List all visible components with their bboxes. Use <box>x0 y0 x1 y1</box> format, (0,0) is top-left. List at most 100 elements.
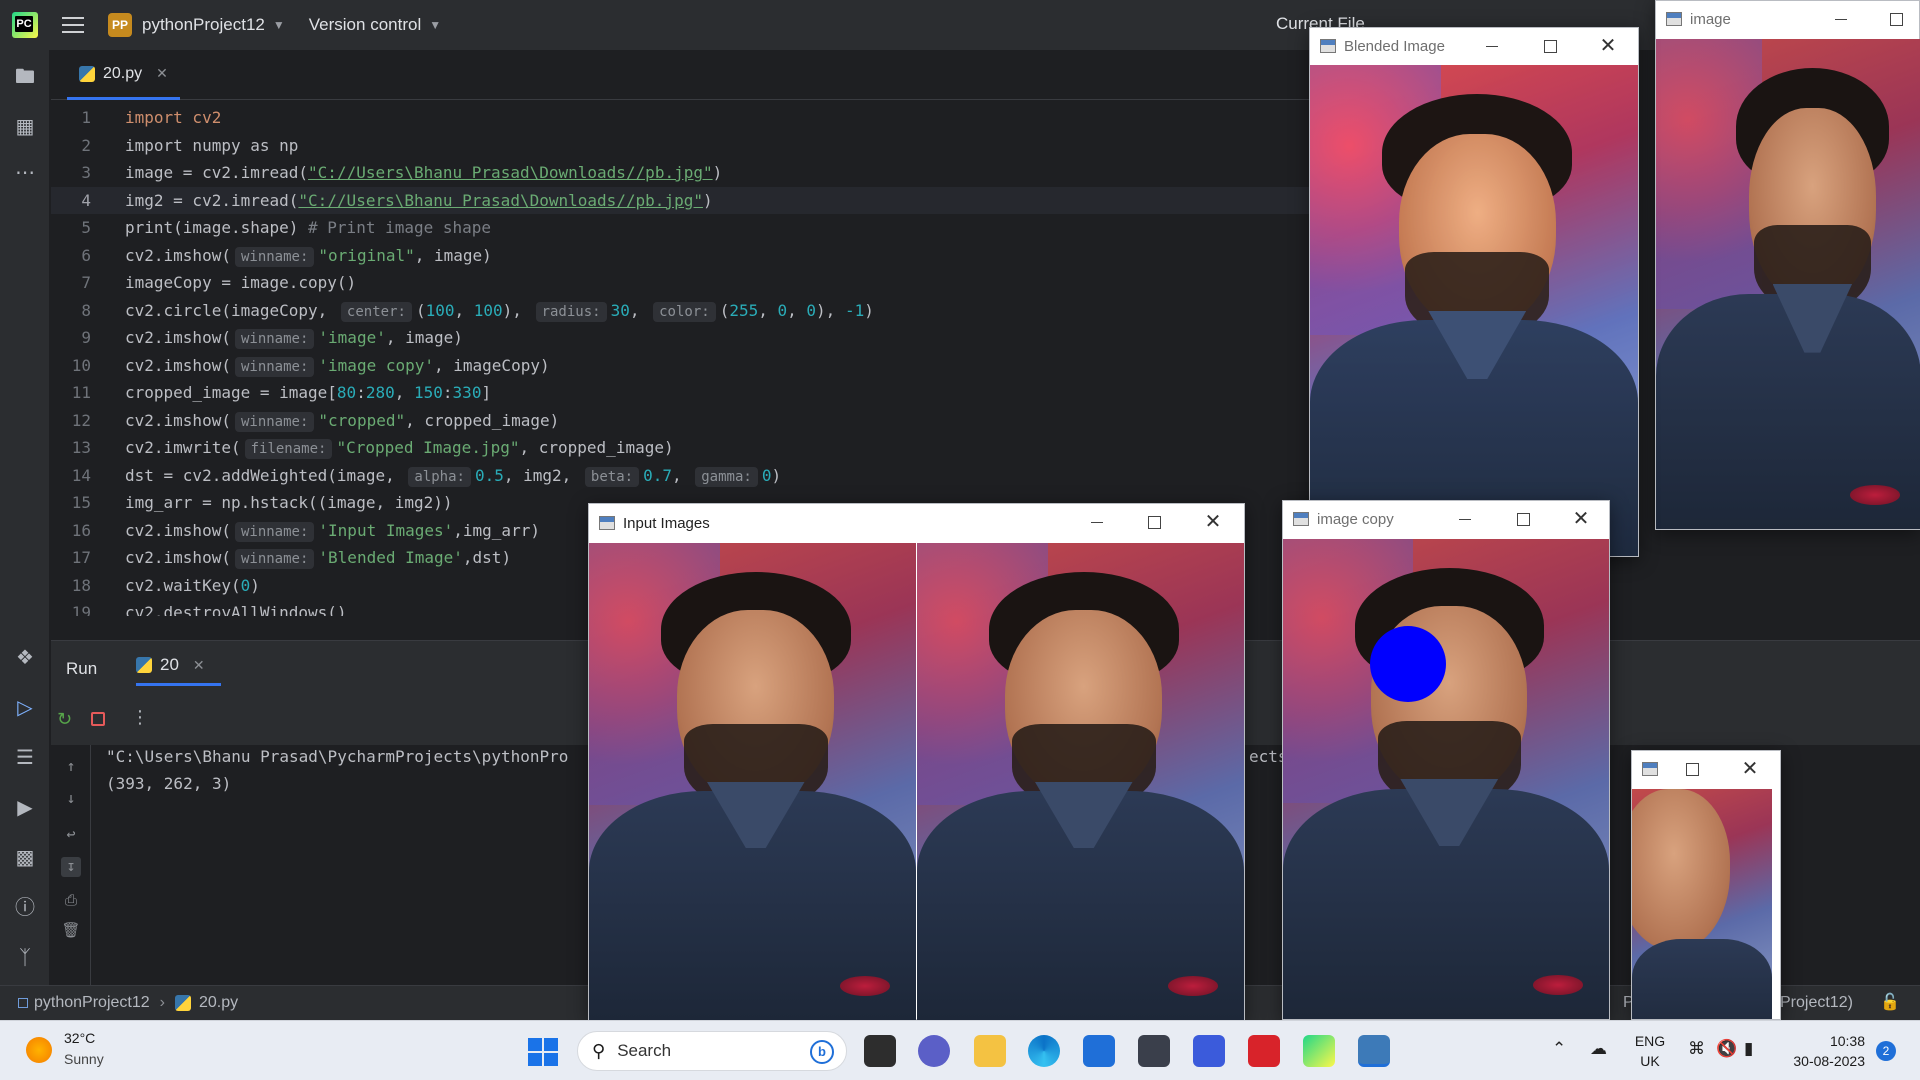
maximize-button[interactable] <box>1540 36 1560 56</box>
version-control-menu[interactable]: Version control <box>309 15 421 35</box>
tab-20-py[interactable]: 20.py ✕ <box>67 50 180 100</box>
clock[interactable]: 10:38 30-08-2023 <box>1785 1031 1865 1071</box>
main-menu-icon[interactable] <box>62 17 84 33</box>
store-icon[interactable] <box>1083 1035 1115 1067</box>
maximize-button[interactable] <box>1144 512 1164 532</box>
more-icon[interactable]: ⋯ <box>12 160 38 186</box>
weather-condition[interactable]: Sunny <box>64 1051 104 1067</box>
minimize-button[interactable] <box>1831 9 1851 29</box>
line-number: 1 <box>81 108 91 127</box>
python-app-icon[interactable] <box>1358 1035 1390 1067</box>
app-icon[interactable] <box>1138 1035 1170 1067</box>
close-button[interactable]: ✕ <box>1598 36 1618 56</box>
breadcrumb-file[interactable]: 20.py <box>199 994 238 1012</box>
chevron-down-icon[interactable]: ▼ <box>429 18 441 32</box>
minimize-button[interactable] <box>1482 36 1502 56</box>
notification-badge[interactable]: 2 <box>1876 1041 1896 1061</box>
window-title-bar[interactable]: Input Images ✕ <box>589 504 1244 542</box>
chat-icon[interactable] <box>918 1035 950 1067</box>
code-line: 8 cv2.circle(imageCopy, center: (100, 100)… <box>51 297 1331 325</box>
maximize-button[interactable] <box>1513 509 1533 529</box>
window-title-bar[interactable]: Blended Image ✕ <box>1310 28 1638 64</box>
language-indicator[interactable]: ENG UK <box>1630 1031 1670 1071</box>
stop-icon[interactable] <box>91 712 105 726</box>
problems-icon[interactable]: ⓘ <box>12 895 38 921</box>
layers-icon[interactable]: ☰ <box>12 745 38 771</box>
close-icon[interactable]: ✕ <box>193 657 205 674</box>
start-button[interactable] <box>528 1038 558 1066</box>
services-icon[interactable]: ▶ <box>12 795 38 821</box>
folder-icon[interactable]: 🖿 <box>12 64 38 90</box>
edge-icon[interactable] <box>1028 1035 1060 1067</box>
python-console-icon[interactable]: ❖ <box>12 645 38 671</box>
close-button[interactable]: ✕ <box>1571 509 1591 529</box>
opencv-window-blended[interactable]: Blended Image ✕ <box>1309 27 1639 557</box>
search-placeholder: Search <box>617 1041 672 1060</box>
close-button[interactable]: ✕ <box>1740 759 1760 779</box>
code-text: img_arr = np.hstack((image, img2)) <box>125 493 453 512</box>
scroll-up-icon[interactable]: ↑ <box>61 757 81 777</box>
minimize-button[interactable] <box>1455 509 1475 529</box>
project-badge[interactable]: PP <box>108 13 132 37</box>
python-file-icon <box>79 65 95 82</box>
code-comment: # Print image shape <box>298 218 492 237</box>
git-icon[interactable]: ᛉ <box>12 945 38 971</box>
battery-icon[interactable]: ▮ <box>1744 1039 1753 1059</box>
param-hint: winname: <box>234 329 315 349</box>
soft-wrap-icon[interactable]: ↩ <box>61 825 81 845</box>
lock-icon[interactable]: 🔓 <box>1880 992 1900 1012</box>
param-hint: alpha: <box>408 466 471 487</box>
maximize-button[interactable] <box>1682 759 1702 779</box>
code-text: , cropped_image) <box>405 410 560 430</box>
code-text: cv2.imwrite( <box>125 438 241 457</box>
trash-icon[interactable]: 🗑 <box>61 921 81 941</box>
scroll-to-end-icon[interactable]: ↧ <box>61 857 81 877</box>
maximize-button[interactable] <box>1886 9 1906 29</box>
opencv-window-image[interactable]: image <box>1655 0 1920 530</box>
code-text: : <box>356 383 366 402</box>
search-box[interactable]: ⚲ Search b <box>577 1031 847 1071</box>
code-text: image = cv2.imread( <box>125 163 309 182</box>
window-title-bar[interactable]: image <box>1656 1 1919 37</box>
more-options-icon[interactable]: ⋮ <box>131 707 149 728</box>
breadcrumb-project[interactable]: pythonProject12 <box>34 994 150 1012</box>
chevron-up-icon[interactable]: ⌃ <box>1552 1039 1566 1059</box>
project-name[interactable]: pythonProject12 <box>142 15 265 35</box>
code-line: 1 import cv2 <box>51 104 1331 132</box>
code-line: 10 cv2.imshow(winname:'image copy', image… <box>51 352 1331 380</box>
opencv-window-image-copy[interactable]: image copy ✕ <box>1282 500 1610 1020</box>
run-tab-20[interactable]: 20 ✕ <box>136 655 221 686</box>
close-button[interactable]: ✕ <box>1203 512 1223 532</box>
opencv-window-input-images[interactable]: Input Images ✕ <box>588 503 1245 1020</box>
task-view-icon[interactable] <box>864 1035 896 1067</box>
window-title-bar[interactable]: image copy ✕ <box>1283 501 1609 537</box>
code-text: cv2.imshow( <box>125 328 231 347</box>
window-title-bar[interactable]: ✕ <box>1632 751 1780 787</box>
code-number: 0.7 <box>643 465 672 485</box>
chevron-down-icon[interactable]: ▼ <box>273 18 285 32</box>
lang-region: UK <box>1640 1053 1660 1069</box>
code-string: "C://Users\Bhanu Prasad\Downloads//pb.jp… <box>298 190 703 210</box>
rerun-icon[interactable]: ↻ <box>57 709 72 730</box>
minimize-button[interactable] <box>1087 512 1107 532</box>
code-text: ), <box>816 300 845 320</box>
print-icon[interactable]: ⎙ <box>61 891 81 911</box>
opencv-window-cropped[interactable]: ✕ <box>1631 750 1781 1020</box>
wifi-icon[interactable]: ⌘ <box>1688 1039 1705 1059</box>
run-panel-title[interactable]: Run <box>66 659 97 679</box>
scroll-down-icon[interactable]: ↓ <box>61 789 81 809</box>
volume-muted-icon[interactable]: 🔇 <box>1716 1039 1737 1059</box>
structure-icon[interactable]: ▦ <box>12 114 38 140</box>
mcafee-icon[interactable] <box>1248 1035 1280 1067</box>
pycharm-icon[interactable] <box>1303 1035 1335 1067</box>
file-explorer-icon[interactable] <box>974 1035 1006 1067</box>
bing-icon[interactable]: b <box>810 1040 834 1064</box>
run-icon[interactable]: ▷ <box>12 695 38 721</box>
interpreter-label[interactable]: Project12) <box>1780 994 1853 1012</box>
sun-icon[interactable] <box>26 1037 52 1063</box>
onedrive-icon[interactable]: ☁ <box>1590 1039 1607 1059</box>
app-icon[interactable] <box>1193 1035 1225 1067</box>
terminal-icon[interactable]: ▩ <box>12 845 38 871</box>
close-icon[interactable]: ✕ <box>156 65 168 82</box>
weather-temp[interactable]: 32°C <box>64 1030 95 1046</box>
